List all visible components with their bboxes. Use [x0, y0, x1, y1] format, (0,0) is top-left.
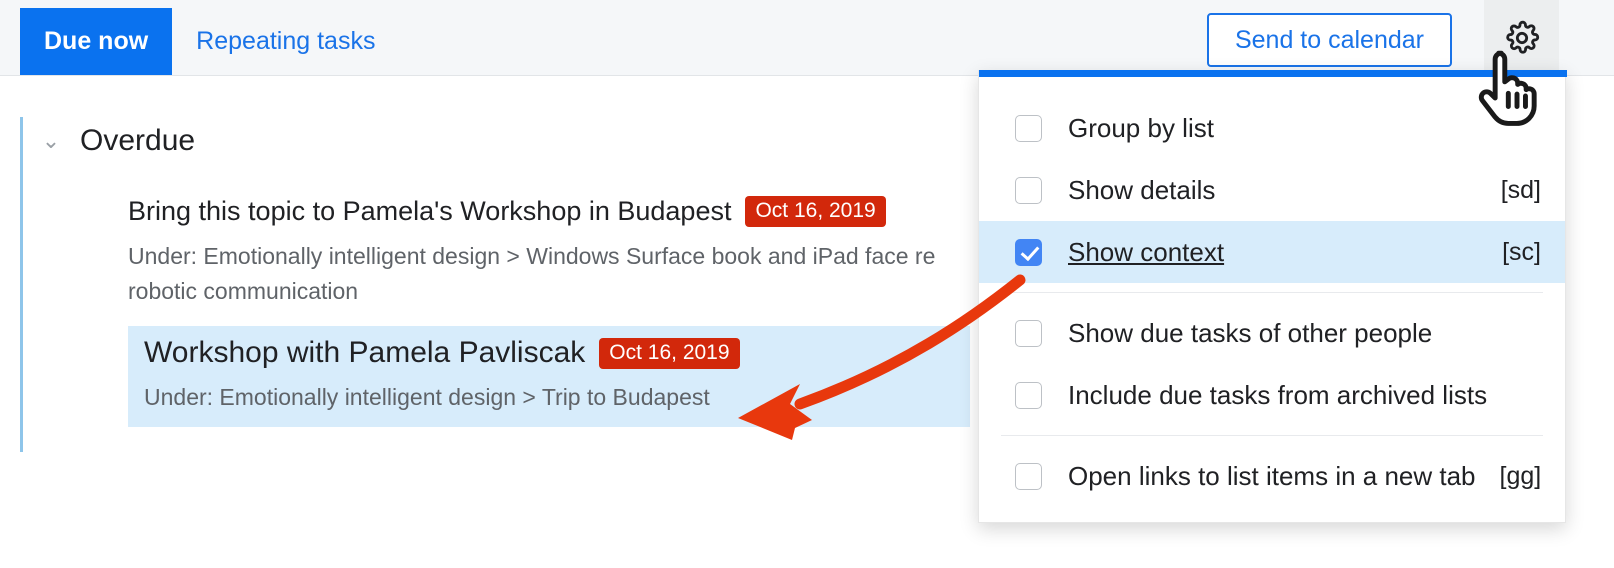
task-title-row: Workshop with Pamela Pavliscak Oct 16, 2… [144, 336, 954, 370]
menu-item-include-archived-lists[interactable]: Include due tasks from archived lists [979, 364, 1565, 426]
menu-item-label: Show due tasks of other people [1068, 317, 1433, 348]
group-title: Overdue [80, 124, 196, 157]
task-title-row: Bring this topic to Pamela's Workshop in… [128, 196, 988, 227]
dropdown-accent-bar [979, 70, 1567, 77]
menu-item-shortcut: [gg] [1499, 461, 1542, 490]
checkbox[interactable] [1015, 319, 1042, 347]
menu-item-show-details[interactable]: Show details [sd] [979, 159, 1565, 221]
tab-due-now[interactable]: Due now [20, 8, 173, 75]
gear-icon [1504, 20, 1540, 56]
checkbox[interactable] [1015, 238, 1042, 266]
settings-dropdown-menu: Group by list Show details [sd] Show con… [978, 70, 1567, 523]
menu-item-label: Group by list [1068, 112, 1214, 143]
menu-item-label: Include due tasks from archived lists [1068, 379, 1488, 410]
menu-divider [1001, 435, 1543, 436]
menu-item-label: Show context [1068, 236, 1225, 267]
group-rail [20, 117, 23, 452]
send-to-calendar-label: Send to calendar [1234, 25, 1424, 54]
chevron-down-icon[interactable]: ⌄ [40, 130, 62, 152]
send-to-calendar-button[interactable]: Send to calendar [1206, 13, 1452, 67]
menu-item-show-due-tasks-other-people[interactable]: Show due tasks of other people [979, 302, 1565, 364]
task-context: Under: Emotionally intelligent design > … [144, 384, 710, 410]
task-title[interactable]: Bring this topic to Pamela's Workshop in… [128, 196, 731, 227]
dropdown-item-list: Group by list Show details [sd] Show con… [979, 77, 1565, 507]
settings-gear-button[interactable] [1484, 0, 1559, 75]
due-date-badge: Oct 16, 2019 [599, 337, 740, 369]
checkbox[interactable] [1015, 176, 1042, 204]
task-context-line-2: robotic communication [128, 277, 359, 304]
checkbox[interactable] [1015, 114, 1042, 142]
menu-item-shortcut: [sd] [1500, 175, 1541, 204]
task-title[interactable]: Workshop with Pamela Pavliscak [144, 336, 585, 370]
group-header-overdue[interactable]: ⌄ Overdue [40, 124, 195, 158]
menu-divider [1001, 292, 1543, 293]
task-context: Under: Emotionally intelligent design > … [128, 239, 988, 308]
tab-due-now-label: Due now [44, 27, 149, 55]
menu-item-show-context[interactable]: Show context [sc] [979, 221, 1565, 283]
due-date-badge: Oct 16, 2019 [745, 196, 886, 227]
task-row[interactable]: Bring this topic to Pamela's Workshop in… [128, 196, 988, 308]
task-row[interactable]: Workshop with Pamela Pavliscak Oct 16, 2… [128, 326, 970, 427]
menu-item-group-by-list[interactable]: Group by list [979, 97, 1565, 159]
checkbox[interactable] [1015, 381, 1042, 409]
menu-item-label: Open links to list items in a new tab [1068, 460, 1476, 491]
header-bar: Due now Repeating tasks Send to calendar [0, 0, 1614, 76]
tab-repeating-tasks-label: Repeating tasks [196, 27, 376, 55]
tab-list: Due now Repeating tasks [20, 8, 399, 75]
checkbox[interactable] [1015, 462, 1042, 490]
task-context-line-1: Under: Emotionally intelligent design > … [128, 243, 936, 269]
menu-item-shortcut: [sc] [1502, 237, 1541, 266]
menu-item-open-links-new-tab[interactable]: Open links to list items in a new tab [g… [979, 445, 1565, 507]
menu-item-label: Show details [1068, 174, 1216, 205]
tab-repeating-tasks[interactable]: Repeating tasks [172, 8, 399, 75]
